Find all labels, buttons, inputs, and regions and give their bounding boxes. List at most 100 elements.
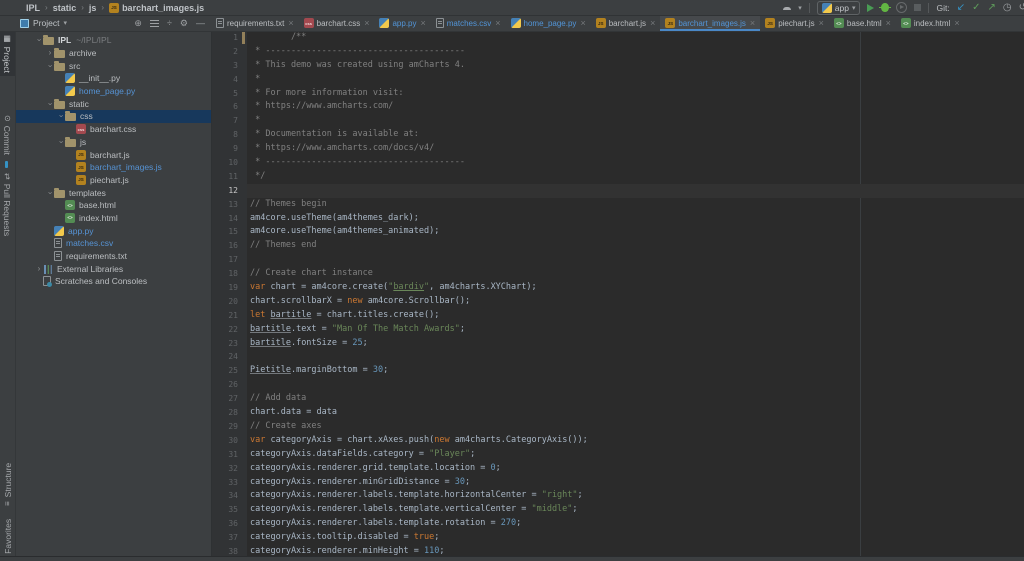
gear-icon[interactable]: ⚙ xyxy=(180,18,188,28)
tab-home_page.py[interactable]: home_page.py× xyxy=(506,15,591,31)
revert-icon[interactable]: ↺ xyxy=(1019,2,1024,13)
breadcrumb-item-ipl[interactable]: IPL xyxy=(26,3,40,13)
tree-item-templates[interactable]: ›templates xyxy=(15,186,211,199)
history-clock-icon[interactable]: ◷ xyxy=(1003,2,1012,13)
tree-chevron-icon[interactable]: › xyxy=(46,189,54,197)
tree-chevron-icon[interactable]: › xyxy=(35,36,43,44)
tree-item-css[interactable]: › css xyxy=(15,110,211,123)
close-icon[interactable]: × xyxy=(421,18,426,28)
git-commit-icon[interactable]: ✓ xyxy=(972,3,980,13)
close-icon[interactable]: × xyxy=(819,18,824,28)
line-number: 29 xyxy=(211,420,247,434)
collapse-all-icon[interactable]: ÷ xyxy=(167,18,172,28)
tree-item-piechart.js[interactable]: piechart.js xyxy=(15,174,211,187)
tree-chevron-icon[interactable]: › xyxy=(35,265,43,273)
tree-chevron-icon[interactable]: › xyxy=(46,100,54,108)
chevron-down-icon[interactable]: ▾ xyxy=(63,19,67,27)
code-token: * --------------------------------------… xyxy=(250,157,465,167)
tree-chevron-icon[interactable]: › xyxy=(57,112,65,120)
breadcrumb-item-static[interactable]: static xyxy=(53,3,77,13)
project-panel-header[interactable]: Project ▾ ⊕ ÷ ⚙ — xyxy=(15,15,211,31)
close-icon[interactable]: × xyxy=(750,18,755,28)
tree-item-scratches-and-consoles[interactable]: Scratches and Consoles xyxy=(15,275,211,288)
run-with-coverage-button[interactable] xyxy=(896,2,907,13)
tab-matches.csv[interactable]: matches.csv× xyxy=(431,15,506,31)
close-icon[interactable]: × xyxy=(954,18,959,28)
close-icon[interactable]: × xyxy=(580,18,585,28)
code-line-21: 21let bartitle = chart.titles.create(); xyxy=(211,309,1024,323)
project-tree[interactable]: ›IPL~/IPL/IPL›archive›src__init__.pyhome… xyxy=(15,31,212,557)
tab-app.py[interactable]: app.py× xyxy=(374,15,430,31)
line-number: 14 xyxy=(211,212,247,226)
tab-piechart.js[interactable]: piechart.js× xyxy=(760,15,829,31)
tree-item-base.html[interactable]: base.html xyxy=(15,199,211,212)
tree-item-src[interactable]: ›src xyxy=(15,59,211,72)
debug-button[interactable] xyxy=(881,3,889,12)
breadcrumb-item-js[interactable]: js xyxy=(89,3,97,13)
code-line-32: 32categoryAxis.renderer.grid.template.lo… xyxy=(211,462,1024,476)
tree-item-label: barchart_images.js xyxy=(90,162,162,172)
chevron-down-icon[interactable]: ▾ xyxy=(798,4,802,12)
tab-barchart.css[interactable]: barchart.css× xyxy=(299,15,375,31)
code-editor[interactable]: 1 /**2 * -------------------------------… xyxy=(211,31,1024,561)
tree-item-static[interactable]: ›static xyxy=(15,97,211,110)
tab-index.html[interactable]: index.html× xyxy=(896,15,965,31)
close-icon[interactable]: × xyxy=(495,18,500,28)
tree-item-index.html[interactable]: index.html xyxy=(15,212,211,225)
tree-item-label: css xyxy=(80,111,93,121)
run-button[interactable] xyxy=(867,4,874,12)
tree-chevron-icon[interactable]: › xyxy=(46,49,54,57)
code-token: .text = xyxy=(291,324,332,334)
code-line-text: * https://www.amcharts.com/ xyxy=(247,100,1024,114)
run-config-selector[interactable]: app ▾ xyxy=(817,1,861,15)
tree-chevron-icon[interactable]: › xyxy=(57,138,65,146)
close-icon[interactable]: × xyxy=(364,18,369,28)
line-number: 4 xyxy=(211,73,247,87)
line-number: 24 xyxy=(211,350,247,364)
code-line-text xyxy=(247,378,1024,392)
code-line-text: * For more information visit: xyxy=(247,87,1024,101)
code-token: categoryAxis.renderer.minHeight = xyxy=(250,546,424,556)
tree-item-requirements.txt[interactable]: requirements.txt xyxy=(15,250,211,263)
tree-item-barchart_images.js[interactable]: barchart_images.js xyxy=(15,161,211,174)
close-icon[interactable]: × xyxy=(886,18,891,28)
tree-chevron-icon[interactable]: › xyxy=(46,62,54,70)
tab-barchart_images.js[interactable]: barchart_images.js× xyxy=(660,15,760,31)
stripe-item-favorites[interactable]: ★Favorites xyxy=(0,516,15,561)
code-token: new xyxy=(434,435,449,445)
code-line-text: bartitle.fontSize = 25; xyxy=(247,337,1024,351)
tree-item-js[interactable]: ›js xyxy=(15,136,211,149)
locate-file-icon[interactable]: ⊕ xyxy=(134,18,142,28)
tab-requirements.txt[interactable]: requirements.txt× xyxy=(211,15,299,31)
breadcrumb-file[interactable]: barchart_images.js xyxy=(109,3,204,13)
git-push-icon[interactable]: ↗ xyxy=(987,3,995,13)
hide-panel-icon[interactable]: — xyxy=(196,18,205,28)
close-icon[interactable]: × xyxy=(650,18,655,28)
expand-all-icon[interactable] xyxy=(150,20,159,27)
tree-item-external-libraries[interactable]: ›External Libraries xyxy=(15,262,211,275)
stripe-item-project[interactable]: ▦Project xyxy=(0,32,15,76)
tree-item-__init__.py[interactable]: __init__.py xyxy=(15,72,211,85)
folder-icon xyxy=(54,101,65,109)
tree-item-barchart.css[interactable]: barchart.css xyxy=(15,123,211,136)
tree-item-matches.csv[interactable]: matches.csv xyxy=(15,237,211,250)
git-update-icon[interactable]: ↙ xyxy=(957,3,965,13)
tree-item-app.py[interactable]: app.py xyxy=(15,224,211,237)
tree-item-archive[interactable]: ›archive xyxy=(15,47,211,60)
user-account-icon[interactable] xyxy=(783,6,791,10)
tree-item-label: barchart.css xyxy=(90,124,136,134)
stripe-item-pull-requests[interactable]: ⇄Pull Requests xyxy=(0,170,15,239)
tree-item-home_page.py[interactable]: home_page.py xyxy=(15,85,211,98)
tree-item-label: IPL xyxy=(58,35,71,45)
stripe-item-structure[interactable]: ≡Structure xyxy=(0,460,15,509)
tree-item-barchart.js[interactable]: barchart.js xyxy=(15,148,211,161)
stop-button[interactable] xyxy=(914,4,921,11)
close-icon[interactable]: × xyxy=(288,18,293,28)
tab-barchart.js[interactable]: barchart.js× xyxy=(591,15,661,31)
txt-icon xyxy=(54,251,62,261)
code-line-17: 17 xyxy=(211,253,1024,267)
tree-item-label: home_page.py xyxy=(79,86,135,96)
tab-base.html[interactable]: base.html× xyxy=(829,15,896,31)
tree-item-ipl[interactable]: ›IPL~/IPL/IPL xyxy=(15,34,211,47)
stripe-item-commit[interactable]: ⊙Commit xyxy=(0,112,15,158)
